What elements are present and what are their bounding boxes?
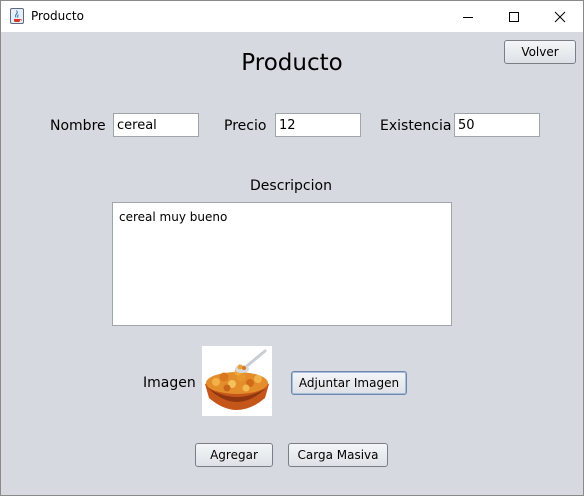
window-title: Producto	[31, 9, 84, 23]
price-label: Precio	[224, 118, 267, 134]
close-button[interactable]	[537, 1, 583, 32]
minimize-icon	[463, 16, 473, 18]
maximize-icon	[509, 11, 519, 22]
page-title: Producto	[241, 50, 343, 76]
product-image	[202, 346, 272, 416]
description-label: Descripcion	[250, 178, 332, 194]
bulk-load-button[interactable]: Carga Masiva	[288, 443, 388, 467]
description-textarea[interactable]: cereal muy bueno	[112, 202, 452, 326]
image-label: Imagen	[143, 375, 196, 391]
close-icon	[554, 11, 566, 22]
attach-image-button[interactable]: Adjuntar Imagen	[291, 371, 407, 395]
minimize-button[interactable]	[445, 1, 491, 32]
maximize-button[interactable]	[491, 1, 537, 32]
java-cup-icon	[10, 8, 24, 24]
name-label: Nombre	[50, 118, 106, 134]
add-button[interactable]: Agregar	[195, 443, 273, 467]
stock-label: Existencia	[380, 118, 452, 134]
app-window: Producto Volver Producto Nombre cereal P…	[0, 0, 584, 496]
stock-field[interactable]: 50	[454, 113, 540, 137]
price-field[interactable]: 12	[275, 113, 361, 137]
title-bar[interactable]: Producto	[1, 1, 583, 32]
form-panel: Volver Producto Nombre cereal Precio 12 …	[1, 32, 583, 495]
name-field[interactable]: cereal	[113, 113, 199, 137]
